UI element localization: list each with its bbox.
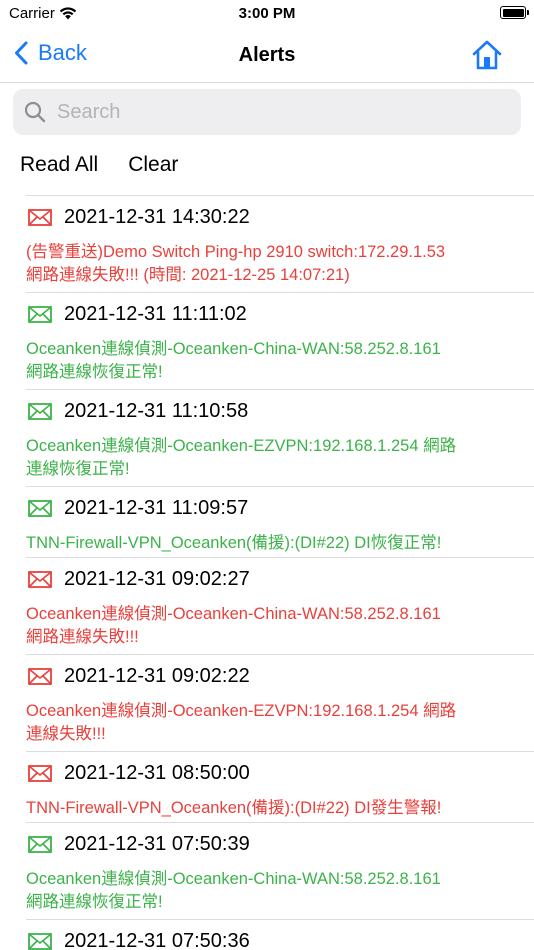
clear-button[interactable]: Clear: [128, 153, 178, 177]
alert-message: TNN-Firewall-VPN_Oceanken(備援):(DI#22) DI…: [26, 534, 442, 552]
alert-header: 2021-12-31 14:30:22: [26, 206, 250, 229]
alert-list[interactable]: 2021-12-31 14:30:22 (告警重送)Demo Switch Pin…: [0, 195, 534, 950]
alert-timestamp: 2021-12-31 09:02:27: [64, 568, 250, 590]
alert-message: Oceanken連線偵測-Oceanken-China-WAN:58.252.8…: [26, 340, 441, 381]
alert-header: 2021-12-31 09:02:27: [26, 568, 250, 591]
alert-timestamp: 2021-12-31 11:10:58: [64, 400, 249, 422]
alert-list-item[interactable]: 2021-12-31 08:50:00 TNN-Firewall-VPN_Ocea…: [26, 751, 534, 822]
alert-timestamp: 2021-12-31 09:02:22: [64, 665, 250, 687]
alert-timestamp: 2021-12-31 07:50:36: [64, 930, 250, 950]
envelope-icon: [28, 306, 52, 323]
alert-message: Oceanken連線偵測-Oceanken-EZVPN:192.168.1.25…: [26, 702, 457, 743]
alerts-screen: Carrier 3:00 PM Back Alerts Search Read …: [0, 0, 534, 950]
alert-timestamp: 2021-12-31 07:50:39: [64, 833, 250, 855]
alert-list-item[interactable]: 2021-12-31 07:50:36: [26, 919, 534, 950]
alert-message: Oceanken連線偵測-Oceanken-China-WAN:58.252.8…: [26, 870, 441, 911]
envelope-icon: [28, 765, 52, 782]
alert-list-item[interactable]: 2021-12-31 07:50:39 Oceanken連線偵測-Oceanken…: [26, 822, 534, 919]
alert-message: TNN-Firewall-VPN_Oceanken(備援):(DI#22) DI…: [26, 799, 442, 817]
alert-header: 2021-12-31 07:50:36: [26, 930, 250, 950]
envelope-icon: [28, 668, 52, 685]
alert-timestamp: 2021-12-31 14:30:22: [64, 206, 250, 228]
search-icon: [24, 101, 46, 123]
envelope-icon: [28, 209, 52, 226]
read-all-button[interactable]: Read All: [20, 153, 98, 177]
status-time: 3:00 PM: [238, 5, 296, 22]
alert-list-item[interactable]: 2021-12-31 09:02:27 Oceanken連線偵測-Oceanken…: [26, 557, 534, 654]
alert-list-item[interactable]: 2021-12-31 11:11:02 Oceanken連線偵測-Oceanken…: [26, 292, 534, 389]
alert-header: 2021-12-31 08:50:00: [26, 762, 250, 785]
envelope-icon: [28, 933, 52, 950]
status-bar: Carrier 3:00 PM: [0, 0, 534, 30]
alert-timestamp: 2021-12-31 11:11:02: [64, 303, 247, 325]
action-bar: Read All Clear: [20, 153, 178, 177]
alert-list-item[interactable]: 2021-12-31 09:02:22 Oceanken連線偵測-Oceanken…: [26, 654, 534, 751]
envelope-icon: [28, 500, 52, 517]
alert-timestamp: 2021-12-31 11:09:57: [64, 497, 249, 519]
envelope-icon: [28, 836, 52, 853]
alert-message: Oceanken連線偵測-Oceanken-China-WAN:58.252.8…: [26, 605, 441, 646]
alert-header: 2021-12-31 07:50:39: [26, 833, 250, 856]
alert-message: Oceanken連線偵測-Oceanken-EZVPN:192.168.1.25…: [26, 437, 457, 478]
alert-timestamp: 2021-12-31 08:50:00: [64, 762, 250, 784]
search-bar: [13, 89, 521, 135]
envelope-icon: [28, 571, 52, 588]
envelope-icon: [28, 403, 52, 420]
page-title: Alerts: [238, 44, 296, 66]
alert-list-item[interactable]: 2021-12-31 11:09:57 TNN-Firewall-VPN_Ocea…: [26, 486, 534, 557]
alert-list-item[interactable]: 2021-12-31 11:10:58 Oceanken連線偵測-Oceanken…: [26, 389, 534, 486]
alert-header: 2021-12-31 11:09:57: [26, 497, 248, 520]
battery-icon: [500, 6, 529, 19]
alert-header: 2021-12-31 11:11:02: [26, 303, 247, 326]
home-icon[interactable]: [470, 38, 504, 72]
alert-header: 2021-12-31 11:10:58: [26, 400, 248, 423]
alert-message: (告警重送)Demo Switch Ping-hp 2910 switch:17…: [26, 243, 446, 284]
alert-header: 2021-12-31 09:02:22: [26, 665, 250, 688]
alert-list-item[interactable]: 2021-12-31 14:30:22 (告警重送)Demo Switch Pin…: [26, 195, 534, 292]
navigation-bar: Back Alerts: [0, 30, 534, 83]
search-input[interactable]: [55, 99, 499, 125]
